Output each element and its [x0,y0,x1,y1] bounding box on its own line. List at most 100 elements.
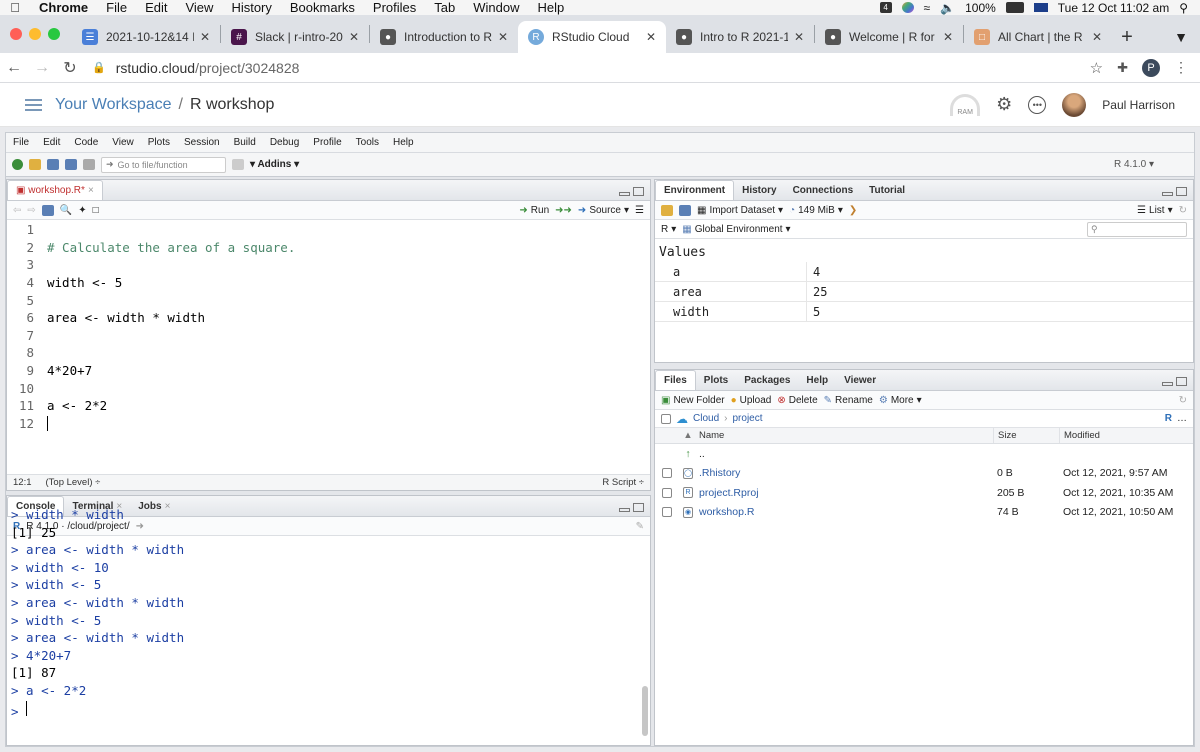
save-icon[interactable] [41,204,54,216]
tab-history[interactable]: History [734,181,784,200]
pane-window-controls[interactable] [619,187,650,200]
back-arrow-icon[interactable]: ⇦ [13,205,21,216]
more-options-icon[interactable]: ••• [1028,95,1047,114]
scope-selector[interactable]: (Top Level) ÷ [46,477,101,488]
parent-directory-row[interactable]: ↑ .. [655,444,1193,464]
tab-tutorial[interactable]: Tutorial [861,181,913,200]
user-name[interactable]: Paul Harrison [1102,98,1175,112]
code-line[interactable]: 2 # Calculate the area of a square. [7,239,650,257]
path-project[interactable]: project [732,413,762,424]
column-name[interactable]: Name [697,430,993,441]
environment-row[interactable]: width 5 [655,302,1193,322]
tab-search-icon[interactable]: ▼ [1174,29,1200,53]
print-icon[interactable] [83,159,95,170]
code-line[interactable]: 11 a <- 2*2 [7,397,650,415]
mac-menu-help[interactable]: Help [529,0,574,15]
column-modified[interactable]: Modified [1059,428,1100,443]
browser-tab[interactable]: □ All Chart | the R Gra ✕ [964,21,1112,53]
code-line[interactable]: 9 4*20+7 [7,362,650,380]
mac-menu-window[interactable]: Window [464,0,528,15]
view-mode-button[interactable]: ☰ List ▾ [1137,205,1173,216]
user-avatar[interactable] [1062,92,1087,117]
forward-arrow-icon[interactable]: ⇨ [27,205,35,216]
upload-button[interactable]: ● Upload [731,395,772,406]
tab-help[interactable]: Help [798,371,836,390]
code-line[interactable]: 1 [7,221,650,239]
tab-packages[interactable]: Packages [736,371,798,390]
file-row[interactable]: ◯ .Rhistory 0 B Oct 12, 2021, 9:57 AM [655,464,1193,484]
code-line[interactable]: 10 [7,379,650,397]
ram-gauge[interactable]: RAM [950,93,981,116]
pane-window-controls[interactable] [1162,187,1193,200]
r-version-menu[interactable]: R 4.1.0 ▾ [1114,159,1194,170]
code-line[interactable]: 5 [7,291,650,309]
file-name[interactable]: workshop.R [697,506,993,518]
rerun-icon[interactable]: ➜➜ [555,205,572,216]
save-all-icon[interactable] [65,159,77,170]
close-icon[interactable]: ✕ [794,30,804,44]
column-size[interactable]: Size [993,428,1059,443]
addins-menu[interactable]: ▾ Addins ▾ [250,159,299,170]
ide-menu-session[interactable]: Session [177,137,227,148]
new-file-icon[interactable] [12,159,23,170]
spotlight-icon[interactable]: ⚲ [1179,1,1188,15]
ide-menu-edit[interactable]: Edit [36,137,67,148]
grid-icon[interactable] [232,159,244,170]
parent-dir-label[interactable]: .. [697,448,993,460]
open-file-icon[interactable] [29,159,41,170]
code-editor[interactable]: 1 2 # Calculate the area of a square. 3 4 wid… [7,221,650,468]
ide-menu-profile[interactable]: Profile [306,137,348,148]
mac-menu-file[interactable]: File [97,0,136,15]
ide-menu-build[interactable]: Build [227,137,263,148]
broom-icon[interactable]: ❯ [849,205,857,216]
mac-menu-bookmarks[interactable]: Bookmarks [281,0,364,15]
wand-icon[interactable]: ✦ [78,205,86,216]
console-scrollbar[interactable] [642,686,648,736]
tab-workshop-r[interactable]: ▣ workshop.R* × [7,180,103,200]
hamburger-menu-icon[interactable] [25,98,42,111]
datetime[interactable]: Tue 12 Oct 11:02 am [1058,1,1169,15]
code-line[interactable]: 7 [7,327,650,345]
ide-menu-file[interactable]: File [6,137,36,148]
language-selector[interactable]: R ▾ [661,224,676,235]
project-name[interactable]: R workshop [190,96,274,114]
mac-menu-view[interactable]: View [176,0,222,15]
file-row[interactable]: Rproject.Rproj 205 B Oct 12, 2021, 10:35 A… [655,483,1193,503]
profile-avatar[interactable]: P [1142,58,1160,77]
pane-window-controls[interactable] [1162,377,1193,390]
tab-plots[interactable]: Plots [696,371,736,390]
path-cloud[interactable]: Cloud [693,413,719,424]
mac-menu-tab[interactable]: Tab [425,0,464,15]
file-row[interactable]: ◉ workshop.R 74 B Oct 12, 2021, 10:50 AM [655,503,1193,523]
find-icon[interactable]: 🔍 [60,205,72,216]
source-button[interactable]: ➜ Source ▾ [578,205,629,216]
select-all-checkbox[interactable] [661,413,671,424]
delete-button[interactable]: ⊗ Delete [777,395,817,406]
refresh-icon[interactable]: ↻ [1179,395,1187,406]
bookmark-star-icon[interactable]: ☆ [1090,59,1103,77]
ide-menu-debug[interactable]: Debug [263,137,306,148]
ide-menu-plots[interactable]: Plots [141,137,177,148]
browser-tab[interactable]: ● Introduction to R, vi ✕ [370,21,518,53]
forward-icon[interactable]: → [28,59,56,77]
code-line[interactable]: 3 [7,256,650,274]
file-type-selector[interactable]: R Script ÷ [602,477,644,488]
compile-icon[interactable]: □ [93,205,99,216]
new-folder-button[interactable]: ▣ New Folder [661,395,725,406]
file-checkbox[interactable] [662,507,672,518]
browser-tab[interactable]: ● Intro to R 2021-10-1 ✕ [666,21,814,53]
ide-menu-view[interactable]: View [105,137,141,148]
import-dataset-button[interactable]: ▦ Import Dataset ▾ [697,205,783,216]
code-line[interactable]: 12 [7,415,650,433]
close-icon[interactable]: ✕ [646,30,656,44]
scope-selector[interactable]: ▦ Global Environment ▾ [682,224,790,235]
close-icon[interactable]: ✕ [498,30,508,44]
file-name[interactable]: project.Rproj [697,487,993,499]
close-icon[interactable]: × [88,185,94,196]
tab-environment[interactable]: Environment [655,180,735,200]
environment-search-input[interactable]: ⚲ [1087,221,1187,237]
browser-tab[interactable]: # Slack | r-intro-2021 ✕ [221,21,369,53]
close-icon[interactable]: ✕ [349,30,359,44]
browser-tab[interactable]: ☰ 2021-10-12&14 Intr ✕ [72,21,220,53]
console-output[interactable]: > width * width [1] 25 > area <- width * w… [7,507,650,745]
